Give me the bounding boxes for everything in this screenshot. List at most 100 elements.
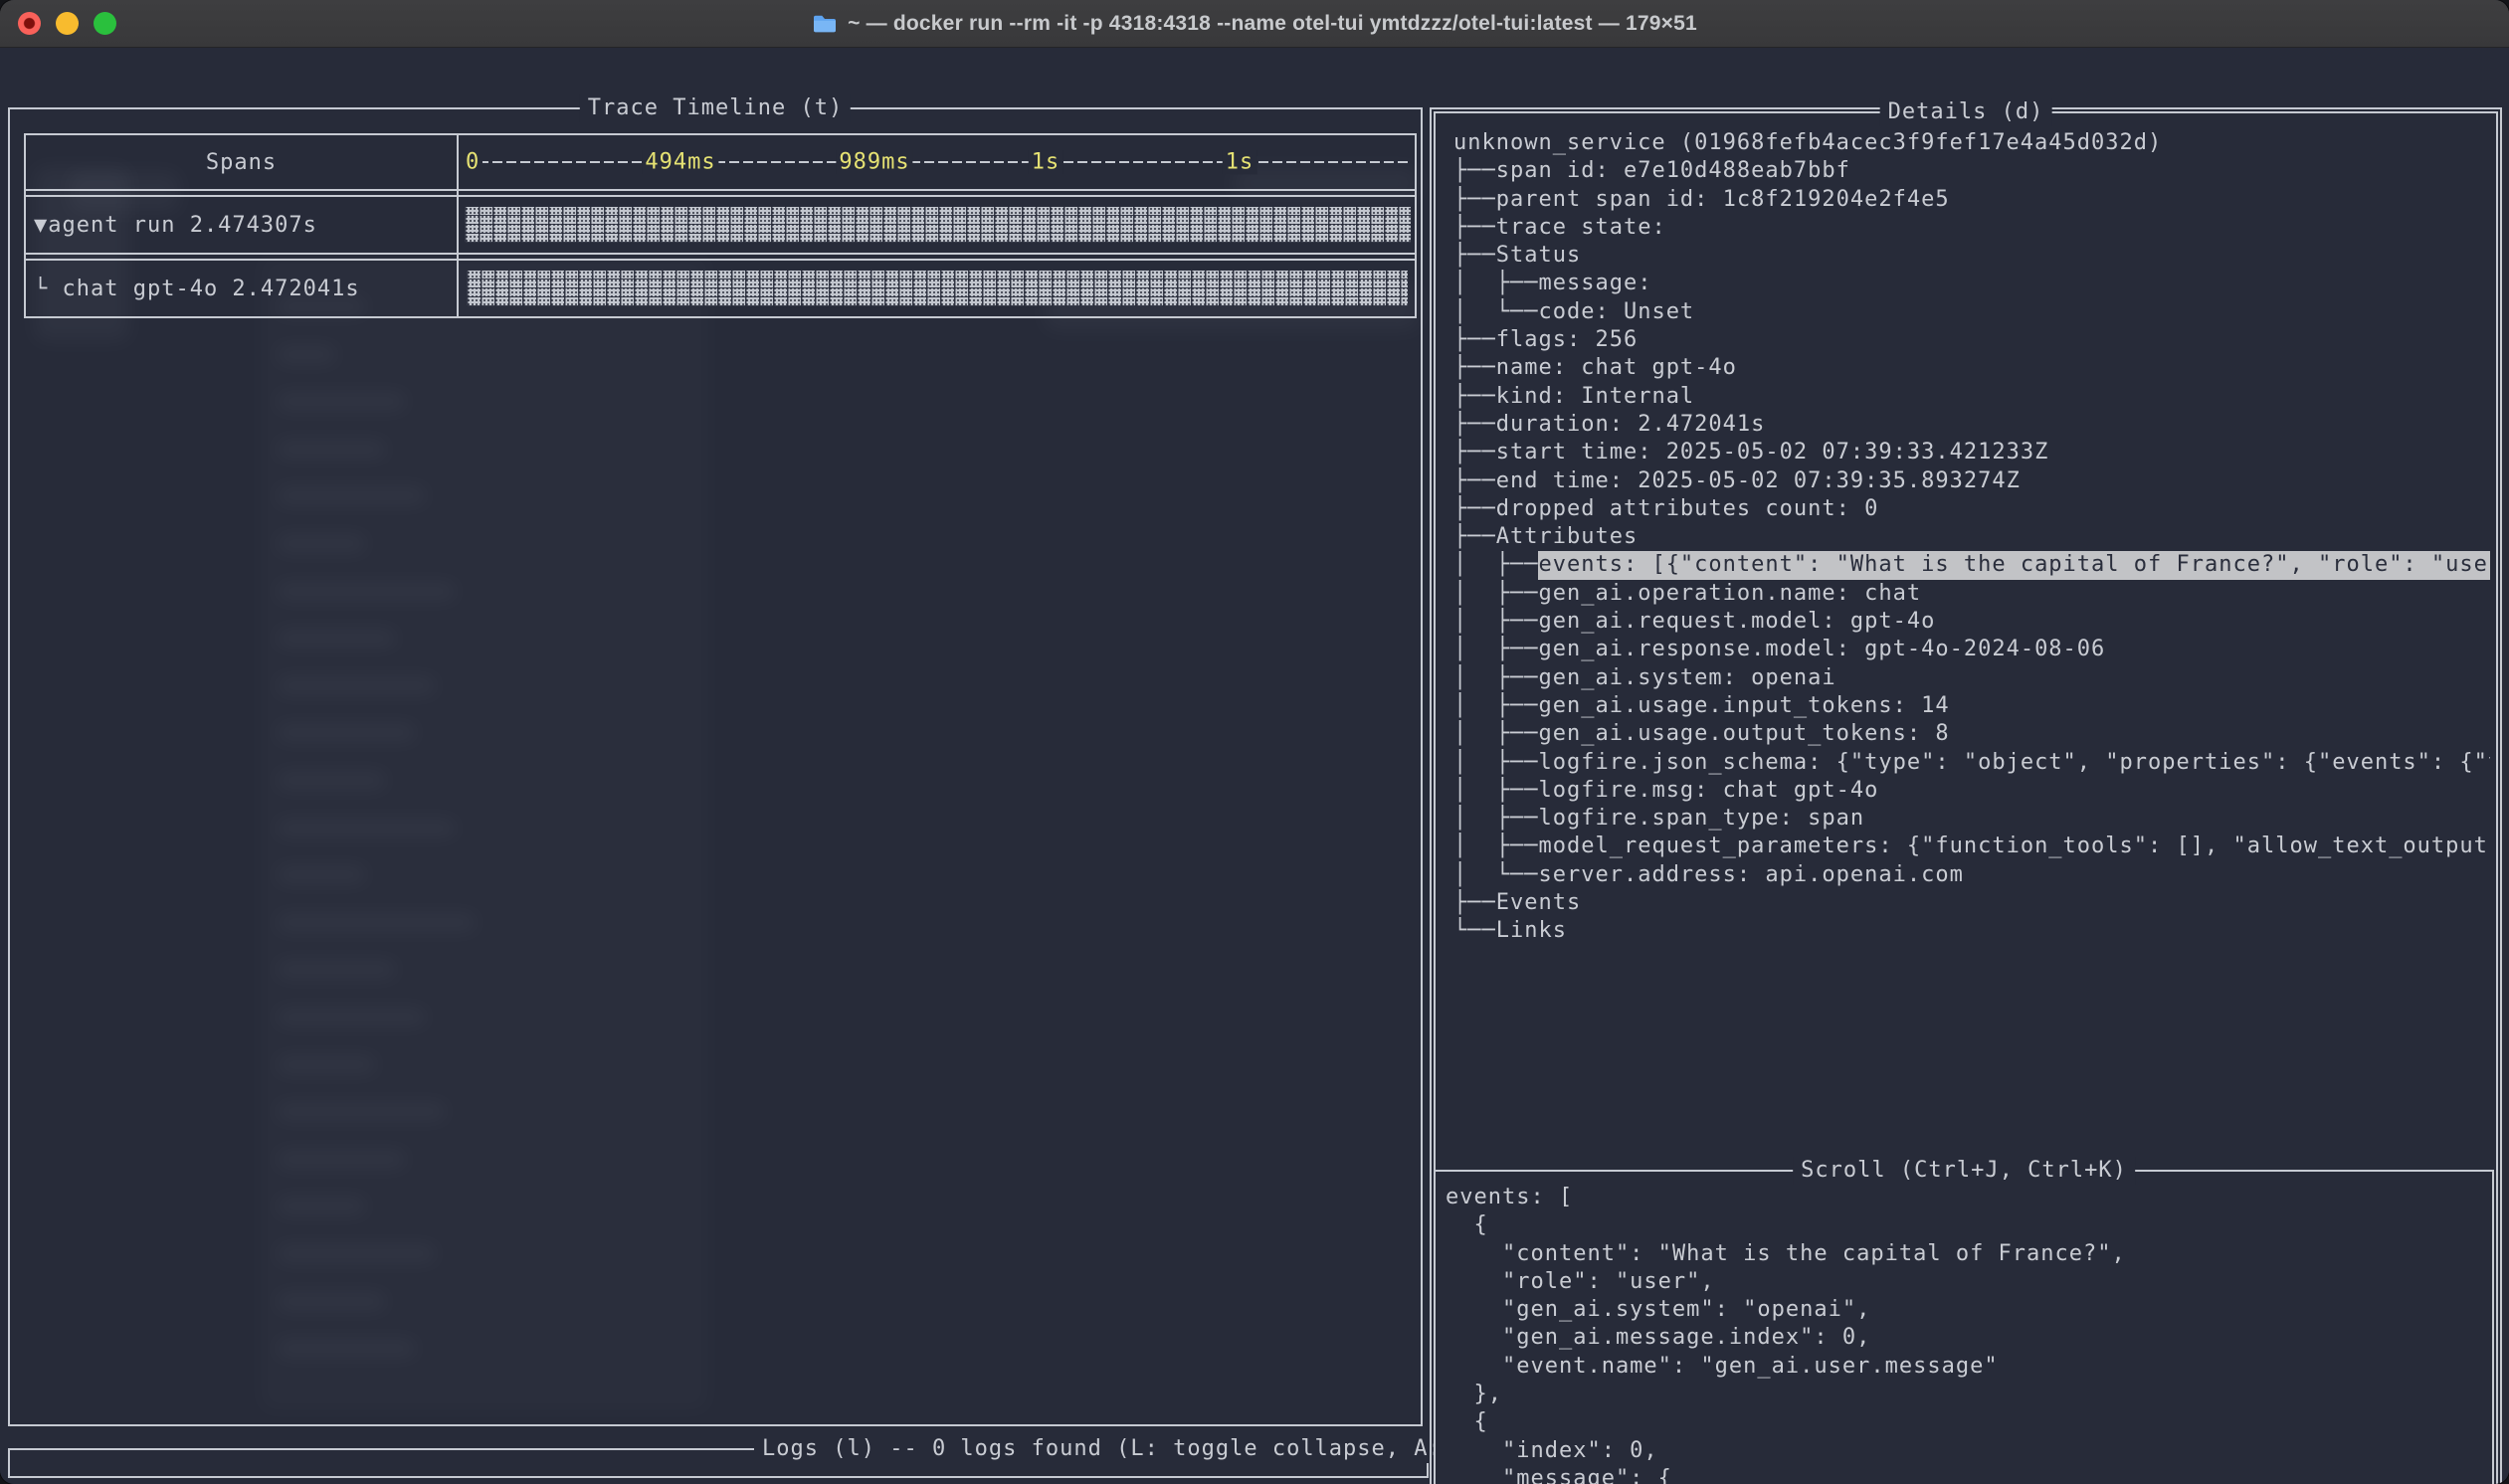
tree-branch-glyph: │ ├── <box>1453 692 1538 720</box>
trace-timeline-panel[interactable]: Trace Timeline (t) Spans 0 494ms 989ms 1… <box>8 107 1423 1426</box>
tree-branch-glyph: │ └── <box>1453 861 1538 889</box>
span-row-chat-gpt-4o[interactable]: └ chat gpt-4o 2.472041s <box>26 261 1415 316</box>
tree-branch-glyph: ├── <box>1453 186 1496 214</box>
tree-line[interactable]: │ ├──logfire.msg: chat gpt-4o <box>1453 777 2490 805</box>
scroll-panel[interactable]: Scroll (Ctrl+J, Ctrl+K) events: [ { "con… <box>1434 1170 2494 1484</box>
tree-line[interactable]: │ └──code: Unset <box>1453 298 2490 326</box>
tree-branch-glyph: │ ├── <box>1453 833 1538 860</box>
events-json-view: events: [ { "content": "What is the capi… <box>1446 1184 2486 1484</box>
spans-table-header: Spans 0 494ms 989ms 1s 1s <box>26 135 1415 189</box>
tree-line[interactable]: │ ├──logfire.json_schema: {"type": "obje… <box>1453 749 2490 777</box>
tree-line[interactable]: ├──Status <box>1453 242 2490 270</box>
tree-branch-glyph: ├── <box>1453 214 1496 242</box>
tree-line[interactable]: │ ├──gen_ai.system: openai <box>1453 664 2490 692</box>
tree-branch-glyph: ├── <box>1453 889 1496 917</box>
json-line: "gen_ai.system": "openai", <box>1446 1296 2486 1324</box>
close-button[interactable] <box>18 12 41 35</box>
trace-timeline-title: Trace Timeline (t) <box>580 94 851 122</box>
span-duration-bar <box>465 207 1411 243</box>
tree-line[interactable]: ├──Events <box>1453 889 2490 917</box>
span-row-agent-run[interactable]: ▼agent run 2.474307s <box>26 197 1415 253</box>
json-line: "gen_ai.message.index": 0, <box>1446 1324 2486 1352</box>
tree-line-text: model_request_parameters: {"function_too… <box>1538 833 2490 860</box>
tree-branch-glyph: ├── <box>1453 157 1496 185</box>
tree-line-text: name: chat gpt-4o <box>1496 354 1737 382</box>
tree-line[interactable]: │ ├──gen_ai.usage.input_tokens: 14 <box>1453 692 2490 720</box>
window-title: ~ — docker run --rm -it -p 4318:4318 --n… <box>848 12 1697 36</box>
details-panel-title: Details (d) <box>1880 98 2052 126</box>
folder-icon <box>812 13 838 35</box>
tree-line[interactable]: │ ├──model_request_parameters: {"functio… <box>1453 833 2490 860</box>
traffic-lights <box>0 0 139 48</box>
axis-tick-989ms: 989ms <box>836 150 912 175</box>
tree-line-text: Attributes <box>1496 523 1638 551</box>
terminal-content: Trace Timeline (t) Spans 0 494ms 989ms 1… <box>0 48 2509 1484</box>
json-line: events: [ <box>1446 1184 2486 1211</box>
column-divider <box>457 135 459 316</box>
tree-line[interactable]: │ ├──gen_ai.response.model: gpt-4o-2024-… <box>1453 636 2490 663</box>
tree-branch-glyph: │ └── <box>1453 298 1538 326</box>
tree-line-text: span id: e7e10d488eab7bbf <box>1496 157 1850 185</box>
zoom-button[interactable] <box>94 12 116 35</box>
span-label: ▼agent run 2.474307s <box>26 213 317 238</box>
tree-line[interactable]: ├──kind: Internal <box>1453 383 2490 411</box>
timeline-axis: 0 494ms 989ms 1s 1s <box>457 135 1415 189</box>
tree-branch-glyph: ├── <box>1453 523 1496 551</box>
json-line: }, <box>1446 1381 2486 1408</box>
span-duration-bar <box>467 271 1408 306</box>
tree-branch-glyph: ├── <box>1453 439 1496 466</box>
tree-branch-glyph: ├── <box>1453 326 1496 354</box>
tree-line[interactable]: │ ├──logfire.span_type: span <box>1453 805 2490 833</box>
tree-line[interactable]: ├──flags: 256 <box>1453 326 2490 354</box>
json-line: "role": "user", <box>1446 1268 2486 1296</box>
logs-panel[interactable]: Logs (l) -- 0 logs found (L: toggle coll… <box>8 1448 1429 1478</box>
tree-line-text: Links <box>1496 917 1567 945</box>
tree-line[interactable]: │ ├──message: <box>1453 270 2490 297</box>
tree-line-text: code: Unset <box>1538 298 1694 326</box>
tree-branch-glyph: │ ├── <box>1453 777 1538 805</box>
tree-line-text: gen_ai.system: openai <box>1538 664 1835 692</box>
tree-branch-glyph: │ ├── <box>1453 608 1538 636</box>
tree-branch-glyph: ├── <box>1453 411 1496 439</box>
tree-line-text: logfire.json_schema: {"type": "object", … <box>1538 749 2490 777</box>
tree-branch-glyph: ├── <box>1453 242 1496 270</box>
json-line: "index": 0, <box>1446 1437 2486 1465</box>
terminal-window: ~ — docker run --rm -it -p 4318:4318 --n… <box>0 0 2509 1484</box>
tree-line[interactable]: │ └──server.address: api.openai.com <box>1453 861 2490 889</box>
tree-branch-glyph: ├── <box>1453 383 1496 411</box>
tree-line-selected[interactable]: │ ├──events: [{"content": "What is the c… <box>1453 551 2490 579</box>
tree-branch-glyph: ├── <box>1453 495 1496 523</box>
tree-line[interactable]: ├──duration: 2.472041s <box>1453 411 2490 439</box>
tree-line[interactable]: ├──start time: 2025-05-02 07:39:33.42123… <box>1453 439 2490 466</box>
span-label: └ chat gpt-4o 2.472041s <box>26 277 360 301</box>
tree-branch-glyph: │ ├── <box>1453 664 1538 692</box>
tree-line-text: trace state: <box>1496 214 1666 242</box>
tree-line-text: message: <box>1538 270 1651 297</box>
tree-branch-glyph: │ ├── <box>1453 270 1538 297</box>
scroll-panel-title: Scroll (Ctrl+J, Ctrl+K) <box>1793 1157 2135 1185</box>
json-line: "message": { <box>1446 1465 2486 1484</box>
tree-line[interactable]: ├──trace state: <box>1453 214 2490 242</box>
tree-line-text: events: [{"content": "What is the capita… <box>1538 551 2490 579</box>
tree-line[interactable]: ├──dropped attributes count: 0 <box>1453 495 2490 523</box>
tree-line[interactable]: ├──span id: e7e10d488eab7bbf <box>1453 157 2490 185</box>
tree-line[interactable]: │ ├──gen_ai.operation.name: chat <box>1453 580 2490 608</box>
tree-line-text: Events <box>1496 889 1581 917</box>
spans-column-header: Spans <box>206 150 277 175</box>
minimize-button[interactable] <box>56 12 79 35</box>
tree-line[interactable]: │ ├──gen_ai.usage.output_tokens: 8 <box>1453 720 2490 748</box>
tree-line[interactable]: └──Links <box>1453 917 2490 945</box>
tree-branch-glyph: ├── <box>1453 354 1496 382</box>
json-line: { <box>1446 1408 2486 1436</box>
table-divider <box>26 189 1415 197</box>
tree-line[interactable]: ├──end time: 2025-05-02 07:39:35.893274Z <box>1453 467 2490 495</box>
tree-line[interactable]: ├──name: chat gpt-4o <box>1453 354 2490 382</box>
tree-line-text: parent span id: 1c8f219204e2f4e5 <box>1496 186 1950 214</box>
tree-line[interactable]: │ ├──gen_ai.request.model: gpt-4o <box>1453 608 2490 636</box>
span-details-tree: unknown_service (01968fefb4acec3f9fef17e… <box>1453 129 2490 946</box>
tree-line-text: flags: 256 <box>1496 326 1638 354</box>
tree-line[interactable]: ├──Attributes <box>1453 523 2490 551</box>
tree-line-text: gen_ai.operation.name: chat <box>1538 580 1921 608</box>
tree-line[interactable]: ├──parent span id: 1c8f219204e2f4e5 <box>1453 186 2490 214</box>
tree-line[interactable]: unknown_service (01968fefb4acec3f9fef17e… <box>1453 129 2490 157</box>
